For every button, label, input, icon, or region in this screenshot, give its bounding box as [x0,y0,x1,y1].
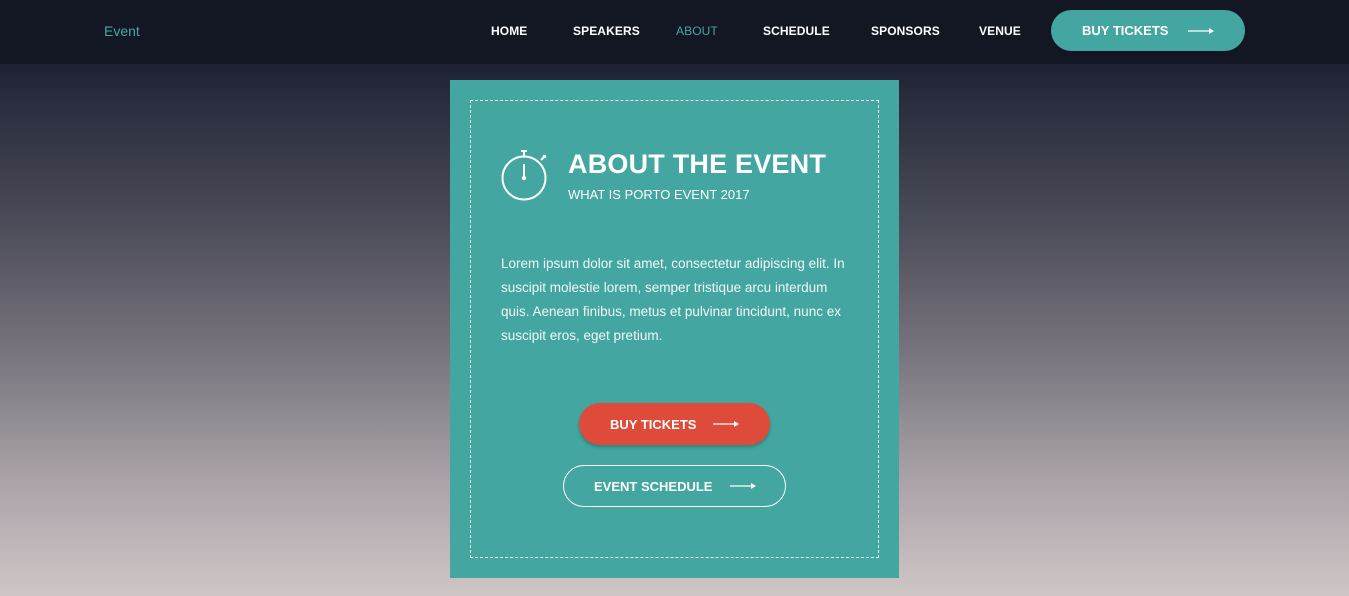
header-buy-tickets-label: BUY TICKETS [1082,23,1169,38]
about-title: ABOUT THE EVENT [568,149,827,179]
nav-venue[interactable]: VENUE [979,24,1021,38]
buy-tickets-label: BUY TICKETS [610,417,697,432]
arrow-right-icon [1188,28,1214,34]
event-schedule-label: EVENT SCHEDULE [594,479,713,494]
site-logo[interactable]: Event [104,23,140,39]
about-subtitle: WHAT IS PORTO EVENT 2017 [568,187,750,202]
event-schedule-button[interactable]: EVENT SCHEDULE [563,465,786,507]
nav-speakers[interactable]: SPEAKERS [573,24,640,38]
header-buy-tickets-button[interactable]: BUY TICKETS [1051,10,1245,51]
top-navbar: Event HOME SPEAKERS ABOUT SCHEDULE SPONS… [0,0,1349,64]
about-card: ABOUT THE EVENT WHAT IS PORTO EVENT 2017… [450,80,899,578]
stopwatch-icon [501,150,547,201]
buy-tickets-button[interactable]: BUY TICKETS [579,403,770,445]
nav-home[interactable]: HOME [491,24,527,38]
arrow-right-icon [730,483,756,489]
nav-sponsors[interactable]: SPONSORS [871,24,940,38]
nav-schedule[interactable]: SCHEDULE [763,24,830,38]
about-description: Lorem ipsum dolor sit amet, consectetur … [501,256,845,343]
arrow-right-icon [713,421,739,427]
nav-about[interactable]: ABOUT [676,24,718,38]
